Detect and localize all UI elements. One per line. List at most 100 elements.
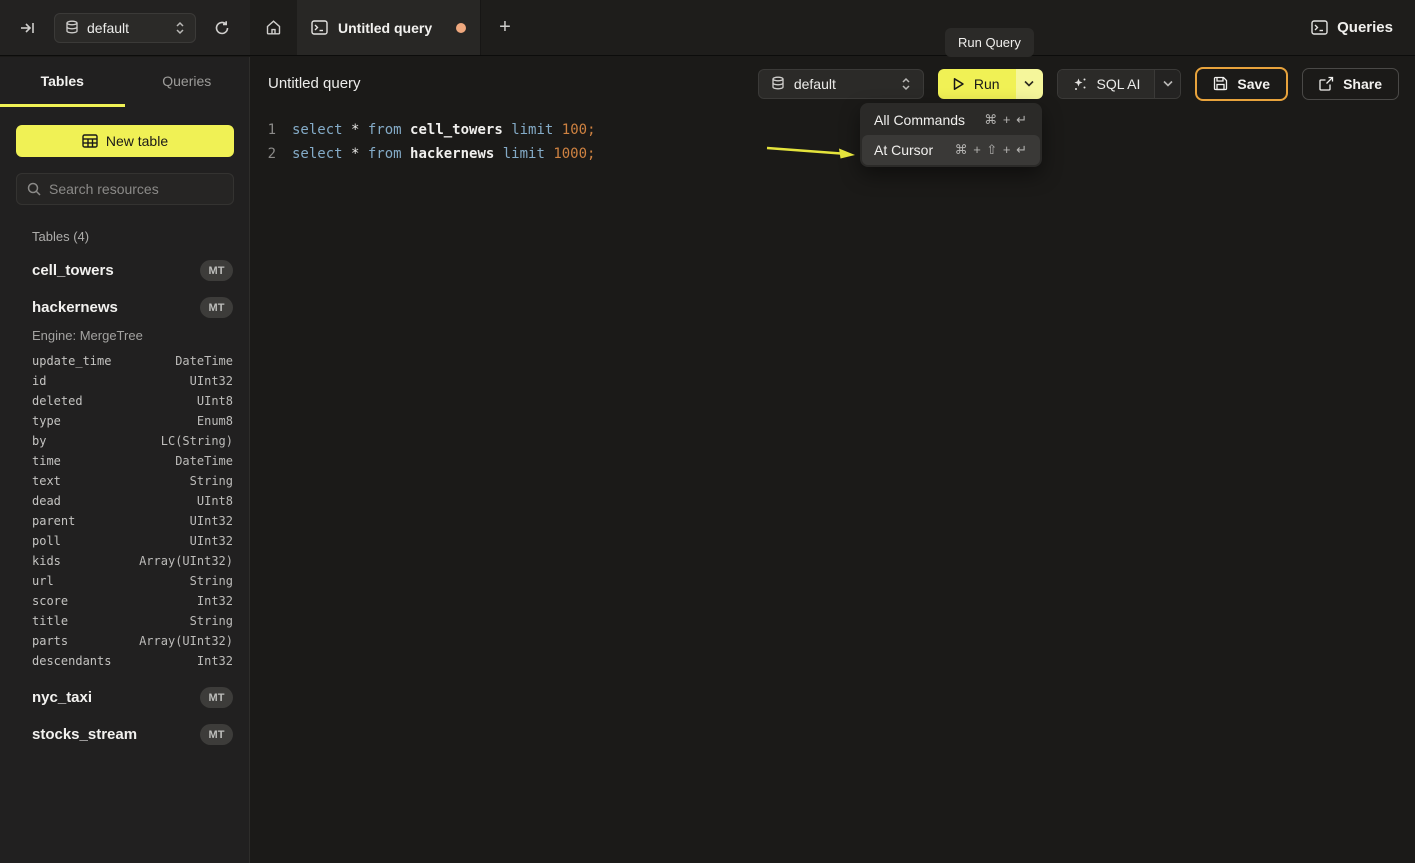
collapse-sidebar-button[interactable] bbox=[14, 14, 42, 42]
column-name: by bbox=[32, 431, 46, 451]
menu-item-label: All Commands bbox=[874, 112, 965, 128]
new-tab-button[interactable]: + bbox=[481, 0, 529, 55]
toolbar-database-selector[interactable]: default bbox=[758, 69, 924, 99]
chevron-down-icon bbox=[1024, 80, 1034, 87]
column-type: Enum8 bbox=[197, 411, 233, 431]
engine-badge: MT bbox=[200, 297, 233, 318]
column-row[interactable]: parts Array(UInt32) bbox=[32, 631, 233, 651]
topbar-database-selector[interactable]: default bbox=[54, 13, 196, 43]
table-columns: update_timeDateTimeidUInt32deletedUInt8t… bbox=[32, 351, 233, 671]
tab-untitled-query[interactable]: Untitled query bbox=[297, 0, 481, 55]
topbar-database-value: default bbox=[87, 20, 167, 36]
database-icon bbox=[771, 76, 785, 91]
tables-section-title: Tables (4) bbox=[32, 229, 249, 244]
column-row[interactable]: deadUInt8 bbox=[32, 491, 233, 511]
save-button[interactable]: Save bbox=[1195, 67, 1288, 101]
code-line[interactable]: 1select * from cell_towers limit 100; bbox=[250, 118, 1415, 142]
column-name: url bbox=[32, 571, 54, 591]
play-icon bbox=[952, 77, 965, 91]
query-toolbar: Untitled query default bbox=[250, 57, 1415, 110]
column-name: id bbox=[32, 371, 46, 391]
search-icon bbox=[27, 182, 41, 196]
column-type: UInt8 bbox=[197, 391, 233, 411]
query-title: Untitled query bbox=[268, 75, 361, 92]
run-query-tooltip: Run Query bbox=[945, 28, 1034, 57]
table-row[interactable]: hackernews MT bbox=[32, 297, 233, 318]
collapse-sidebar-icon bbox=[20, 20, 36, 36]
refresh-button[interactable] bbox=[208, 14, 236, 42]
unsaved-changes-dot bbox=[456, 23, 466, 33]
column-row[interactable]: titleString bbox=[32, 611, 233, 631]
engine-badge: MT bbox=[200, 260, 233, 281]
search-resources-input[interactable] bbox=[49, 181, 223, 197]
column-name: parts bbox=[32, 631, 68, 651]
share-external-icon bbox=[1319, 76, 1334, 91]
database-icon bbox=[65, 20, 79, 35]
table-engine-label: Engine: MergeTree bbox=[32, 328, 233, 343]
run-button-label: Run bbox=[974, 76, 1000, 92]
column-row[interactable]: typeEnum8 bbox=[32, 411, 233, 431]
column-type: LC(String) bbox=[161, 431, 233, 451]
column-type: Int32 bbox=[197, 651, 233, 671]
table-row[interactable]: nyc_taxiMT bbox=[32, 687, 233, 708]
code-line[interactable]: 2 select * from hackernews limit 1000; bbox=[250, 142, 1415, 166]
save-button-label: Save bbox=[1237, 76, 1270, 92]
home-icon bbox=[265, 19, 282, 36]
home-button[interactable] bbox=[250, 0, 297, 55]
column-name: poll bbox=[32, 531, 61, 551]
column-type: Array(UInt32) bbox=[139, 631, 233, 651]
sidebar-tab-tables[interactable]: Tables bbox=[0, 57, 125, 105]
column-row[interactable]: parentUInt32 bbox=[32, 511, 233, 531]
code-text: select * from hackernews limit 1000; bbox=[292, 142, 595, 166]
menu-item-shortcut: ⌘ + ↵ bbox=[984, 112, 1028, 128]
run-options-caret[interactable] bbox=[1016, 69, 1043, 99]
queries-terminal-icon bbox=[1311, 20, 1328, 35]
sql-ai-caret[interactable] bbox=[1154, 70, 1180, 98]
tables-list: cell_towers MT hackernews MT Engine: MergeTr… bbox=[0, 260, 249, 745]
queries-button[interactable]: Queries bbox=[1311, 19, 1393, 36]
run-button[interactable]: Run bbox=[938, 69, 1016, 99]
column-name: score bbox=[32, 591, 68, 611]
menu-item-at-cursor[interactable]: At Cursor⌘ + ⇧ + ↵ bbox=[862, 135, 1040, 165]
line-number: 2 bbox=[250, 142, 276, 166]
table-grid-icon bbox=[82, 134, 98, 148]
share-button[interactable]: Share bbox=[1302, 68, 1399, 100]
sql-ai-button[interactable]: SQL AI bbox=[1058, 70, 1155, 98]
column-name: update_time bbox=[32, 351, 111, 371]
menu-item-all-commands[interactable]: All Commands ⌘ + ↵ bbox=[862, 105, 1040, 135]
table-name: hackernews bbox=[32, 299, 118, 316]
terminal-icon bbox=[311, 20, 328, 35]
sidebar-tab-queries[interactable]: Queries bbox=[125, 57, 250, 105]
column-name: title bbox=[32, 611, 68, 631]
chevron-down-icon bbox=[1163, 80, 1173, 87]
run-options-menu: All Commands ⌘ + ↵ At Cursor⌘ + ⇧ + ↵ bbox=[860, 103, 1042, 167]
table-row[interactable]: cell_towers MT bbox=[32, 260, 233, 281]
column-row[interactable]: timeDateTime bbox=[32, 451, 233, 471]
column-row[interactable]: pollUInt32 bbox=[32, 531, 233, 551]
column-type: UInt8 bbox=[197, 491, 233, 511]
sidebar-tabs: Tables Queries bbox=[0, 57, 249, 105]
sql-editor[interactable]: 1select * from cell_towers limit 100;2 se… bbox=[250, 110, 1415, 863]
table-name: nyc_taxi bbox=[32, 689, 92, 706]
column-row[interactable]: textString bbox=[32, 471, 233, 491]
tab-label: Untitled query bbox=[338, 20, 446, 36]
column-row[interactable]: update_timeDateTime bbox=[32, 351, 233, 371]
top-bar: default Untitled bbox=[0, 0, 1415, 56]
column-row[interactable]: by LC(String) bbox=[32, 431, 233, 451]
column-row[interactable]: id UInt32 bbox=[32, 371, 233, 391]
column-row[interactable]: deletedUInt8 bbox=[32, 391, 233, 411]
column-row[interactable]: scoreInt32 bbox=[32, 591, 233, 611]
run-split-button: Run bbox=[938, 69, 1043, 99]
table-name: cell_towers bbox=[32, 262, 114, 279]
top-bar-left: default bbox=[0, 0, 250, 55]
column-type: UInt32 bbox=[190, 371, 233, 391]
column-row[interactable]: descendantsInt32 bbox=[32, 651, 233, 671]
column-type: DateTime bbox=[175, 451, 233, 471]
top-bar-right: Queries bbox=[1311, 0, 1415, 55]
table-row[interactable]: stocks_streamMT bbox=[32, 724, 233, 745]
column-row[interactable]: urlString bbox=[32, 571, 233, 591]
table-name: stocks_stream bbox=[32, 726, 137, 743]
column-row[interactable]: kidsArray(UInt32) bbox=[32, 551, 233, 571]
new-table-button[interactable]: New table bbox=[16, 125, 234, 157]
column-type: String bbox=[190, 471, 233, 491]
